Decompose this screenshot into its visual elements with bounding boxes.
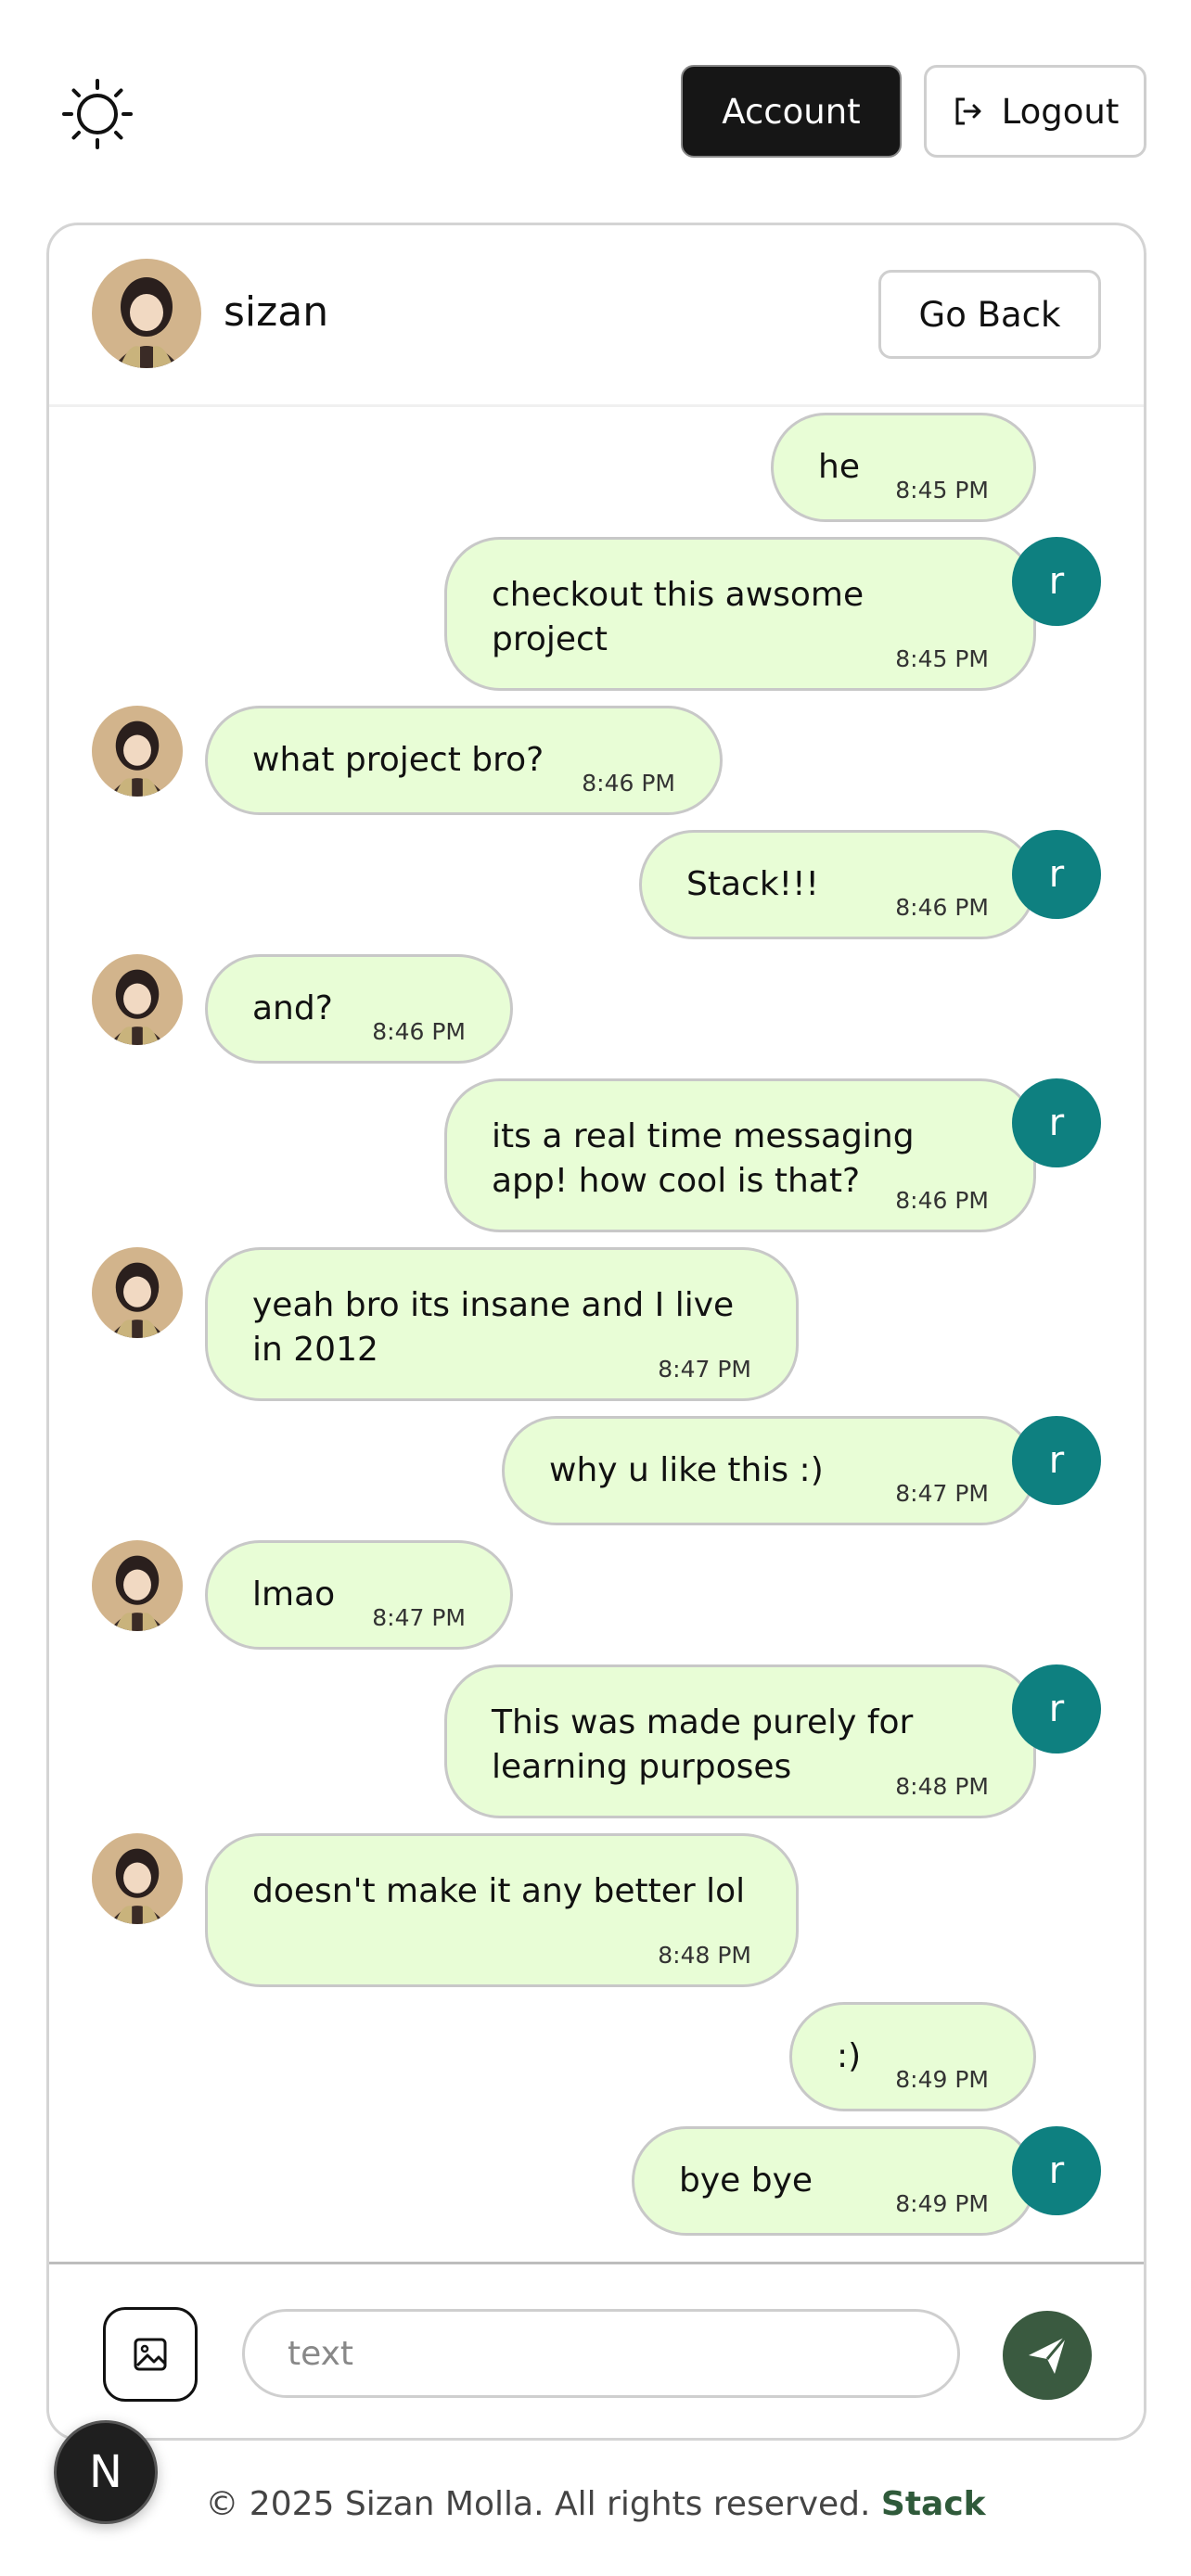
message-text: its a real time messaging app! how cool … [492,1117,915,1200]
image-icon [134,2338,167,2371]
send-button[interactable] [1003,2311,1092,2400]
message-timestamp: 8:46 PM [895,1187,989,1214]
message-text: and? [252,989,333,1027]
footer: © 2025 Sizan Molla. All rights reserved.… [0,2485,1191,2523]
message-bubble[interactable]: he 8:45 PM [771,413,1036,522]
message-bubble[interactable]: its a real time messaging app! how cool … [444,1078,1036,1232]
message-bubble[interactable]: and? 8:46 PM [205,954,513,1064]
message-timestamp: 8:47 PM [372,1604,466,1631]
contact-message-avatar[interactable] [92,1247,183,1338]
message-text: lmao [252,1575,336,1613]
message-timestamp: 8:47 PM [658,1356,751,1383]
logout-icon [955,97,981,125]
message-timestamp: 8:46 PM [582,770,675,797]
send-icon [1029,2336,1068,2374]
message-bubble[interactable]: doesn't make it any better lol 8:48 PM [205,1833,799,1987]
sender-avatar[interactable]: r [1012,1664,1101,1753]
message-timestamp: 8:49 PM [895,2190,989,2217]
account-button-label: Account [722,91,861,132]
message-bubble[interactable]: bye bye 8:49 PM [632,2126,1036,2236]
account-button[interactable]: Account [681,65,902,158]
message-timestamp: 8:48 PM [895,1773,989,1800]
message-timestamp: 8:45 PM [895,645,989,672]
message-text: Stack!!! [686,865,819,903]
message-timestamp: 8:45 PM [895,477,989,504]
sender-avatar[interactable]: r [1012,830,1101,919]
message-bubble[interactable]: This was made purely for learning purpos… [444,1664,1036,1818]
contact-message-avatar[interactable] [92,706,183,797]
contact-name: sizan [224,288,329,336]
sender-avatar[interactable]: r [1012,2126,1101,2215]
message-list[interactable]: he 8:45 PM checkout this awsome project 8:4… [49,407,1144,2262]
message-bubble[interactable]: yeah bro its insane and I live in 2012 8:… [205,1247,799,1401]
message-timestamp: 8:46 PM [895,894,989,921]
message-text: what project bro? [252,741,544,779]
attach-image-button[interactable] [103,2307,198,2402]
sender-avatar[interactable]: r [1012,1416,1101,1505]
contact-avatar[interactable] [92,259,201,368]
message-bubble[interactable]: lmao 8:47 PM [205,1540,513,1650]
sender-avatar[interactable]: r [1012,537,1101,626]
top-bar: Account Logout [0,0,1191,223]
message-text: bye bye [679,2162,813,2200]
contact-message-avatar[interactable] [92,1833,183,1924]
sun-icon [62,79,133,149]
message-timestamp: 8:49 PM [895,2066,989,2093]
message-text: :) [837,2037,862,2075]
contact-message-avatar[interactable] [92,954,183,1045]
go-back-label: Go Back [918,294,1061,335]
message-timestamp: 8:47 PM [895,1480,989,1507]
message-text: This was made purely for learning purpos… [492,1703,914,1786]
message-bubble[interactable]: checkout this awsome project 8:45 PM [444,537,1036,691]
message-bubble[interactable]: why u like this :) 8:47 PM [502,1416,1036,1525]
message-bubble[interactable]: Stack!!! 8:46 PM [639,830,1036,939]
message-timestamp: 8:46 PM [372,1018,466,1045]
logout-button[interactable]: Logout [924,65,1146,158]
theme-toggle-button[interactable] [56,72,139,156]
chat-card: sizan Go Back he 8:45 PM checkout this aws… [46,223,1146,2441]
go-back-button[interactable]: Go Back [878,270,1101,359]
footer-text: © 2025 Sizan Molla. All rights reserved. [205,2485,871,2523]
message-bubble[interactable]: what project bro? 8:46 PM [205,706,723,815]
message-text: why u like this :) [549,1451,824,1489]
message-text: checkout this awsome project [492,576,864,658]
footer-brand[interactable]: Stack [881,2485,986,2523]
message-input-bar [49,2262,1144,2438]
message-bubble[interactable]: :) 8:49 PM [789,2002,1036,2111]
logout-button-label: Logout [1001,91,1120,132]
message-timestamp: 8:48 PM [658,1942,751,1969]
sender-avatar[interactable]: r [1012,1078,1101,1167]
chat-header: sizan Go Back [49,225,1144,407]
contact-message-avatar[interactable] [92,1540,183,1631]
message-text: he [818,448,860,486]
message-input[interactable] [242,2309,960,2398]
message-text: doesn't make it any better lol [252,1872,746,1910]
